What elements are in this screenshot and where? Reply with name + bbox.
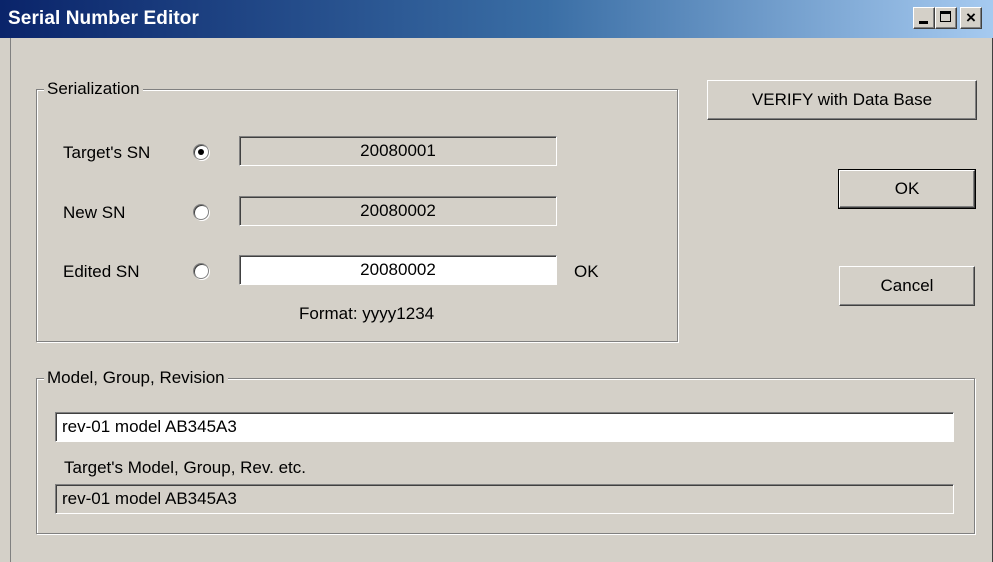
new-sn-field: 20080002 bbox=[239, 196, 557, 226]
title-bar[interactable]: Serial Number Editor × bbox=[0, 0, 993, 38]
format-hint: Format: yyyy1234 bbox=[299, 304, 435, 323]
window-title: Serial Number Editor bbox=[8, 8, 199, 29]
targets-sn-radio[interactable] bbox=[193, 144, 209, 160]
client-left-border bbox=[10, 38, 11, 562]
serialization-group-title: Serialization bbox=[44, 79, 143, 99]
model-group-revision-input[interactable]: rev-01 model AB345A3 bbox=[55, 412, 954, 442]
edited-sn-radio[interactable] bbox=[193, 263, 209, 279]
targets-sn-field: 20080001 bbox=[239, 136, 557, 166]
target-model-label: Target's Model, Group, Rev. etc. bbox=[64, 458, 306, 477]
minimize-button[interactable] bbox=[913, 7, 935, 29]
model-group-title: Model, Group, Revision bbox=[44, 368, 228, 388]
verify-with-database-button[interactable]: VERIFY with Data Base bbox=[707, 80, 977, 120]
cancel-button[interactable]: Cancel bbox=[839, 266, 975, 306]
target-model-field: rev-01 model AB345A3 bbox=[55, 484, 954, 514]
minimize-icon bbox=[919, 21, 928, 24]
maximize-button[interactable] bbox=[935, 7, 957, 29]
targets-sn-label: Target's SN bbox=[63, 143, 151, 162]
edited-sn-input[interactable]: 20080002 bbox=[239, 255, 557, 285]
maximize-icon bbox=[940, 11, 951, 22]
new-sn-radio[interactable] bbox=[193, 204, 209, 220]
new-sn-label: New SN bbox=[63, 203, 126, 222]
ok-button[interactable]: OK bbox=[838, 169, 976, 209]
close-button[interactable]: × bbox=[960, 7, 982, 29]
edited-sn-status: OK bbox=[574, 262, 599, 281]
close-icon: × bbox=[966, 8, 976, 27]
edited-sn-label: Edited SN bbox=[63, 262, 140, 281]
serial-number-editor-window: Serial Number Editor × Serialization Tar… bbox=[0, 0, 993, 562]
radio-selected-dot bbox=[198, 149, 204, 155]
